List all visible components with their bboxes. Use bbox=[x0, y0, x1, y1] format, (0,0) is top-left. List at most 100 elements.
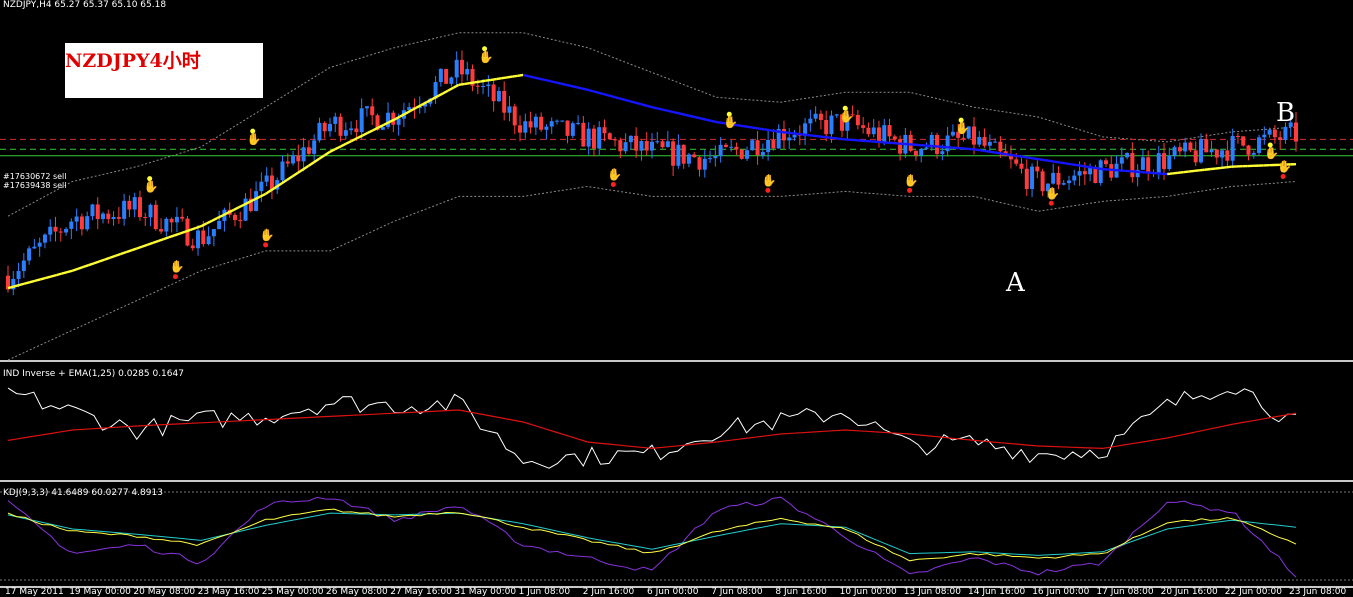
moving-average-line bbox=[834, 138, 839, 139]
moving-average-line bbox=[620, 98, 625, 99]
candle-body bbox=[560, 121, 564, 122]
moving-average-line bbox=[529, 76, 534, 77]
moving-average-line bbox=[464, 83, 469, 84]
symbol-info: NZDJPY,H4 65.27 65.37 65.10 65.18 bbox=[3, 0, 166, 10]
candle-body bbox=[692, 154, 696, 157]
moving-average-line bbox=[1194, 170, 1199, 171]
candle-body bbox=[977, 137, 981, 145]
candle-body bbox=[1146, 157, 1150, 172]
moving-average-line bbox=[1081, 166, 1086, 167]
candle-body bbox=[59, 232, 63, 233]
candle-body bbox=[1088, 168, 1092, 174]
candle-body bbox=[756, 140, 760, 155]
moving-average-line bbox=[786, 133, 791, 134]
moving-average-line bbox=[1028, 158, 1033, 159]
candle-body bbox=[481, 86, 485, 87]
hand-icon: ✋ bbox=[839, 109, 854, 123]
moving-average-line bbox=[1087, 167, 1092, 168]
candle-body bbox=[1236, 136, 1240, 137]
moving-average-line bbox=[443, 91, 448, 94]
candle-body bbox=[655, 141, 659, 142]
moving-average-line bbox=[695, 117, 700, 118]
moving-average-line bbox=[131, 248, 136, 250]
moving-average-line bbox=[1221, 167, 1226, 168]
candle-body bbox=[608, 133, 612, 139]
chart-title: NZDJPY4小时 bbox=[65, 46, 201, 73]
hand-icon: ✋ bbox=[762, 173, 777, 187]
candle-body bbox=[518, 125, 522, 132]
hand-icon: ✋ bbox=[955, 121, 970, 135]
ema-line bbox=[8, 410, 1296, 448]
candle-body bbox=[872, 127, 876, 134]
moving-average-line bbox=[1017, 156, 1022, 157]
moving-average-line bbox=[641, 104, 646, 105]
candle-body bbox=[339, 117, 343, 136]
candle-body bbox=[771, 140, 775, 148]
candle-body bbox=[1051, 173, 1055, 184]
candle-body bbox=[993, 142, 997, 143]
moving-average-line bbox=[405, 111, 410, 114]
candle-body bbox=[69, 222, 73, 229]
candle-body bbox=[43, 235, 47, 243]
moving-average-line bbox=[1001, 153, 1006, 154]
candle-body bbox=[365, 106, 369, 108]
moving-average-line bbox=[207, 221, 212, 224]
moving-average-line bbox=[840, 139, 845, 140]
candle-body bbox=[476, 86, 480, 87]
order-label-1: #17630672 sell bbox=[3, 172, 67, 181]
candle-body bbox=[38, 243, 42, 247]
candle-body bbox=[1093, 168, 1097, 183]
moving-average-line bbox=[346, 141, 351, 144]
moving-average-line bbox=[588, 90, 593, 91]
candle-body bbox=[1199, 139, 1203, 162]
moving-average-line bbox=[142, 245, 147, 247]
lower-band-line bbox=[8, 182, 1296, 361]
candle-body bbox=[349, 128, 353, 130]
candle-body bbox=[32, 247, 36, 249]
moving-average-line bbox=[706, 120, 711, 121]
candle-body bbox=[856, 115, 860, 125]
candle-body bbox=[1120, 157, 1124, 163]
candle-body bbox=[861, 125, 865, 128]
moving-average-line bbox=[1092, 167, 1097, 168]
fractal-low-marker bbox=[173, 274, 178, 279]
moving-average-line bbox=[470, 82, 475, 83]
moving-average-line bbox=[174, 234, 179, 236]
candle-body bbox=[1188, 143, 1192, 151]
moving-average-line bbox=[1226, 167, 1231, 168]
candle-body bbox=[571, 123, 575, 136]
moving-average-line bbox=[233, 207, 238, 210]
moving-average-line bbox=[72, 269, 77, 271]
candle-body bbox=[302, 147, 306, 161]
moving-average-line bbox=[314, 159, 319, 163]
candle-body bbox=[576, 123, 580, 124]
moving-average-line bbox=[668, 111, 673, 112]
candle-body bbox=[914, 151, 918, 156]
candle-body bbox=[666, 141, 670, 147]
moving-average-line bbox=[582, 89, 587, 90]
moving-average-line bbox=[636, 103, 641, 104]
candle-body bbox=[1099, 160, 1103, 183]
moving-average-line bbox=[770, 130, 775, 131]
candle-body bbox=[555, 121, 559, 122]
candle-body bbox=[444, 69, 448, 84]
candle-body bbox=[676, 145, 680, 166]
candle-body bbox=[191, 246, 195, 249]
moving-average-line bbox=[266, 190, 271, 194]
candle-body bbox=[1283, 127, 1287, 140]
candle-body bbox=[639, 141, 643, 151]
candle-body bbox=[265, 176, 269, 182]
candle-body bbox=[935, 135, 939, 154]
fractal-low-marker bbox=[263, 242, 268, 247]
candle-body bbox=[682, 145, 686, 164]
moving-average-line bbox=[164, 237, 169, 239]
moving-average-line bbox=[491, 79, 496, 80]
moving-average-line bbox=[1065, 163, 1070, 164]
candle-body bbox=[687, 154, 691, 163]
moving-average-line bbox=[121, 252, 126, 254]
moving-average-line bbox=[13, 285, 18, 286]
candle-body bbox=[307, 147, 311, 154]
moving-average-line bbox=[625, 100, 630, 101]
moving-average-line bbox=[631, 101, 636, 102]
moving-average-line bbox=[29, 281, 34, 282]
